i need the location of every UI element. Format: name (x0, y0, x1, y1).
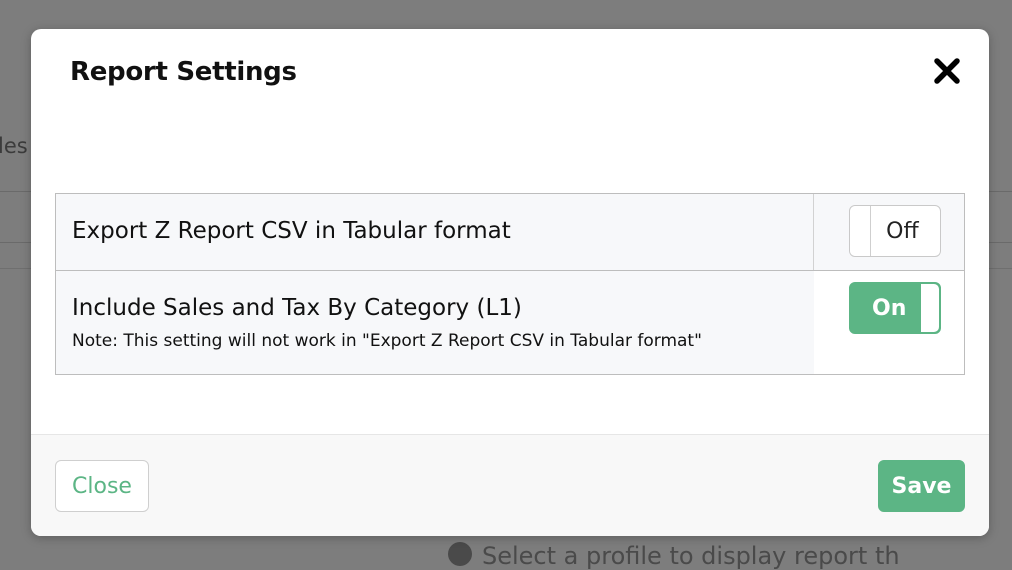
setting-label: Export Z Report CSV in Tabular format (72, 218, 511, 244)
toggle-knob (850, 206, 872, 256)
tabular-format-toggle[interactable]: Off (849, 205, 942, 257)
modal-title: Report Settings (70, 57, 297, 87)
toggle-state-label: Off (886, 219, 919, 244)
setting-row-sales-tax-category: Include Sales and Tax By Category (L1) N… (56, 271, 964, 374)
background-tab-label: les (0, 134, 28, 158)
setting-note: Note: This setting will not work in "Exp… (72, 331, 702, 351)
report-settings-modal: Report Settings Export Z Report CSV in T… (31, 29, 989, 536)
toggle-knob (920, 283, 940, 333)
setting-row-tabular-export: Export Z Report CSV in Tabular format Of… (56, 194, 964, 271)
settings-table: Export Z Report CSV in Tabular format Of… (55, 193, 965, 375)
sales-tax-category-toggle[interactable]: On (849, 282, 941, 334)
toggle-state-label: On (872, 296, 907, 321)
save-button[interactable]: Save (878, 460, 965, 512)
setting-label: Include Sales and Tax By Category (L1) (72, 295, 522, 321)
info-icon (448, 542, 472, 566)
background-info-text: Select a profile to display report th (448, 542, 900, 570)
modal-footer: Close Save (31, 434, 989, 536)
close-button[interactable]: Close (55, 460, 149, 512)
close-x-icon[interactable] (931, 55, 963, 87)
